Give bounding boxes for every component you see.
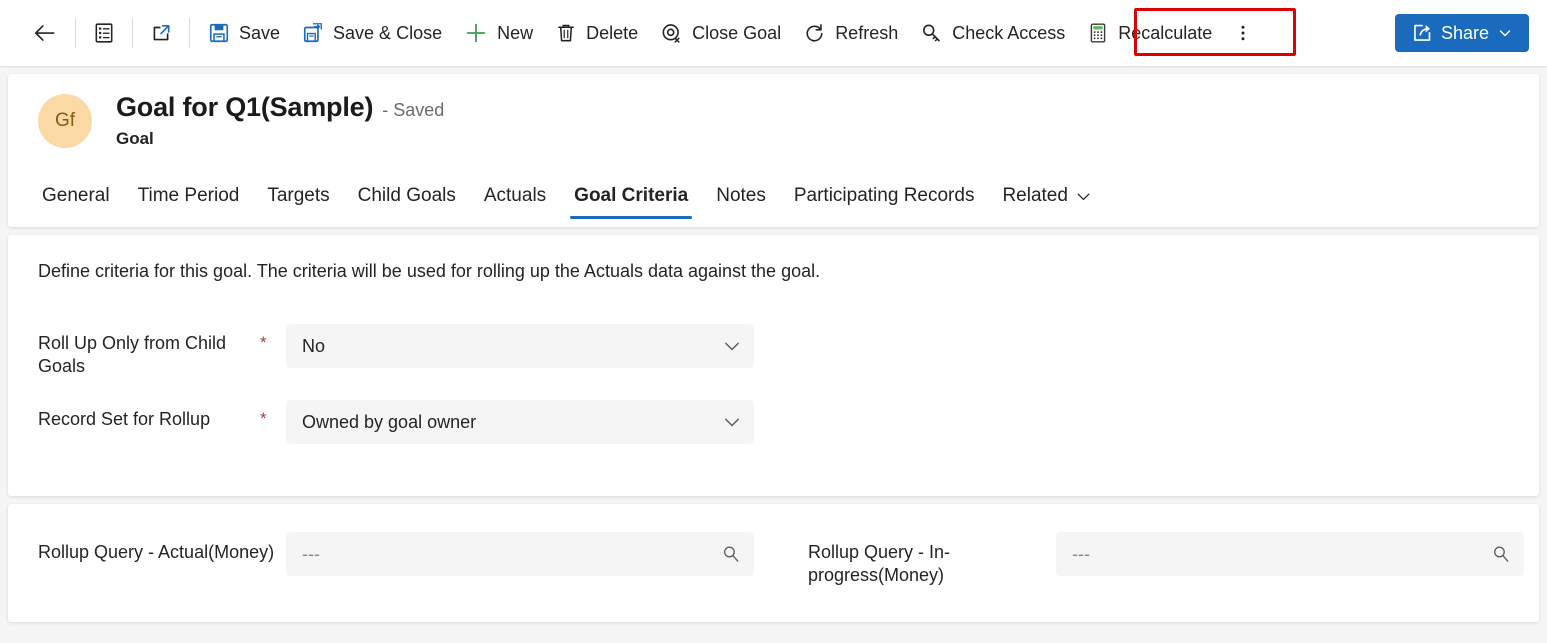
close-goal-label: Close Goal (692, 22, 782, 43)
new-button[interactable]: New (453, 11, 544, 55)
tab-time-period[interactable]: Time Period (124, 165, 254, 227)
chevron-down-icon (722, 412, 742, 432)
save-state-text: - Saved (382, 100, 445, 120)
lookup-value: --- (1072, 543, 1090, 564)
required-asterisk: * (260, 409, 267, 429)
delete-button[interactable]: Delete (544, 11, 649, 55)
tab-label: Goal Criteria (574, 185, 689, 206)
pop-out-button[interactable] (140, 11, 182, 55)
avatar: Gf (38, 94, 92, 148)
rollup-query-actual-group: Rollup Query - Actual(Money) --- (38, 532, 808, 577)
field-label: Roll Up Only from Child Goals (38, 333, 227, 377)
refresh-button-label: Refresh (835, 22, 899, 43)
tab-label: Notes (716, 185, 766, 206)
tab-goal-criteria[interactable]: Goal Criteria (560, 165, 702, 227)
tab-label: Time Period (137, 185, 240, 206)
toolbar-divider-3 (189, 18, 190, 48)
save-and-close-icon (302, 22, 324, 44)
save-icon (208, 22, 230, 44)
field-label: Rollup Query - Actual(Money) (38, 542, 275, 563)
field-record-set-for-rollup: Record Set for Rollup * Owned by goal ow… (38, 400, 1509, 445)
calculator-icon (1087, 22, 1109, 44)
back-arrow-icon (32, 20, 58, 46)
recalculate-button[interactable]: Recalculate (1076, 11, 1223, 55)
required-asterisk: * (260, 333, 267, 352)
record-header: Gf Goal for Q1(Sample) - Saved Goal (8, 92, 1539, 149)
tab-general[interactable]: General (38, 165, 124, 227)
close-goal-target-icon (660, 22, 683, 45)
save-and-close-button[interactable]: Save & Close (291, 11, 453, 55)
dropdown-value: No (302, 335, 326, 356)
tab-participating-records[interactable]: Participating Records (780, 165, 989, 227)
form-list-icon (93, 22, 115, 44)
goal-criteria-card: Define criteria for this goal. The crite… (8, 235, 1539, 497)
save-button[interactable]: Save (197, 11, 291, 55)
field-label: Record Set for Rollup (38, 409, 211, 430)
tab-label: Targets (267, 185, 330, 206)
back-button[interactable] (22, 11, 68, 55)
chevron-down-icon (1075, 188, 1092, 205)
search-icon (1491, 544, 1511, 564)
tab-targets[interactable]: Targets (253, 165, 343, 227)
toolbar-divider-1 (75, 18, 76, 48)
entity-name: Goal (116, 129, 154, 148)
tab-label: Participating Records (793, 185, 975, 206)
field-roll-up-only-from-child-goals: Roll Up Only from Child Goals * No (38, 324, 1509, 378)
page-title: Goal for Q1(Sample) (116, 92, 374, 122)
trash-icon (555, 22, 577, 44)
save-and-close-label: Save & Close (333, 22, 443, 43)
criteria-description: Define criteria for this goal. The crite… (38, 261, 821, 281)
rollup-query-card: Rollup Query - Actual(Money) --- Rollup … (8, 504, 1539, 622)
refresh-button[interactable]: Refresh (792, 11, 909, 55)
key-icon (920, 22, 943, 45)
plus-icon (464, 21, 488, 45)
tab-related[interactable]: Related (988, 165, 1106, 227)
search-icon (721, 544, 741, 564)
rollup-query-actual-lookup[interactable]: --- (286, 532, 754, 577)
check-access-button[interactable]: Check Access (909, 11, 1076, 55)
share-button-label: Share (1440, 22, 1489, 43)
tab-label: Related (1002, 185, 1068, 206)
record-title-row: Goal for Q1(Sample) - Saved (116, 92, 444, 123)
rollup-query-in-progress-lookup[interactable]: --- (1056, 532, 1524, 577)
more-vertical-icon (1233, 22, 1253, 44)
tab-label: Actuals (483, 185, 547, 206)
command-bar: Save Save & Close New Delete Close Goal … (0, 0, 1547, 66)
avatar-initials: Gf (54, 110, 76, 131)
field-label: Rollup Query - In-progress(Money) (808, 542, 951, 586)
roll-up-only-from-child-goals-dropdown[interactable]: No (286, 324, 754, 368)
tab-label: Child Goals (357, 185, 456, 206)
tab-actuals[interactable]: Actuals (470, 165, 560, 227)
close-goal-button[interactable]: Close Goal (649, 11, 792, 55)
chevron-down-icon (1497, 25, 1513, 41)
tab-label: General (42, 185, 110, 206)
share-icon (1411, 22, 1433, 44)
delete-button-label: Delete (586, 22, 639, 43)
form-tab-list: General Time Period Targets Child Goals … (8, 165, 1539, 227)
check-access-label: Check Access (952, 22, 1066, 43)
recalculate-label: Recalculate (1118, 22, 1213, 43)
tab-notes[interactable]: Notes (702, 165, 780, 227)
rollup-query-in-progress-group: Rollup Query - In-progress(Money) --- (808, 532, 1524, 588)
record-header-text: Goal for Q1(Sample) - Saved Goal (116, 92, 444, 149)
dropdown-value: Owned by goal owner (302, 411, 477, 432)
share-button[interactable]: Share (1394, 14, 1529, 52)
lookup-value: --- (302, 543, 320, 564)
record-header-card: Gf Goal for Q1(Sample) - Saved Goal Gene… (8, 74, 1539, 227)
save-button-label: Save (239, 22, 281, 43)
tab-child-goals[interactable]: Child Goals (344, 165, 470, 227)
chevron-down-icon (722, 336, 742, 356)
refresh-icon (803, 22, 826, 45)
form-selector-button[interactable] (83, 11, 125, 55)
toolbar-divider-2 (132, 18, 133, 48)
overflow-menu-button[interactable] (1223, 11, 1263, 55)
new-button-label: New (497, 22, 534, 43)
pop-out-icon (150, 22, 172, 44)
record-set-for-rollup-dropdown[interactable]: Owned by goal owner (286, 400, 754, 445)
